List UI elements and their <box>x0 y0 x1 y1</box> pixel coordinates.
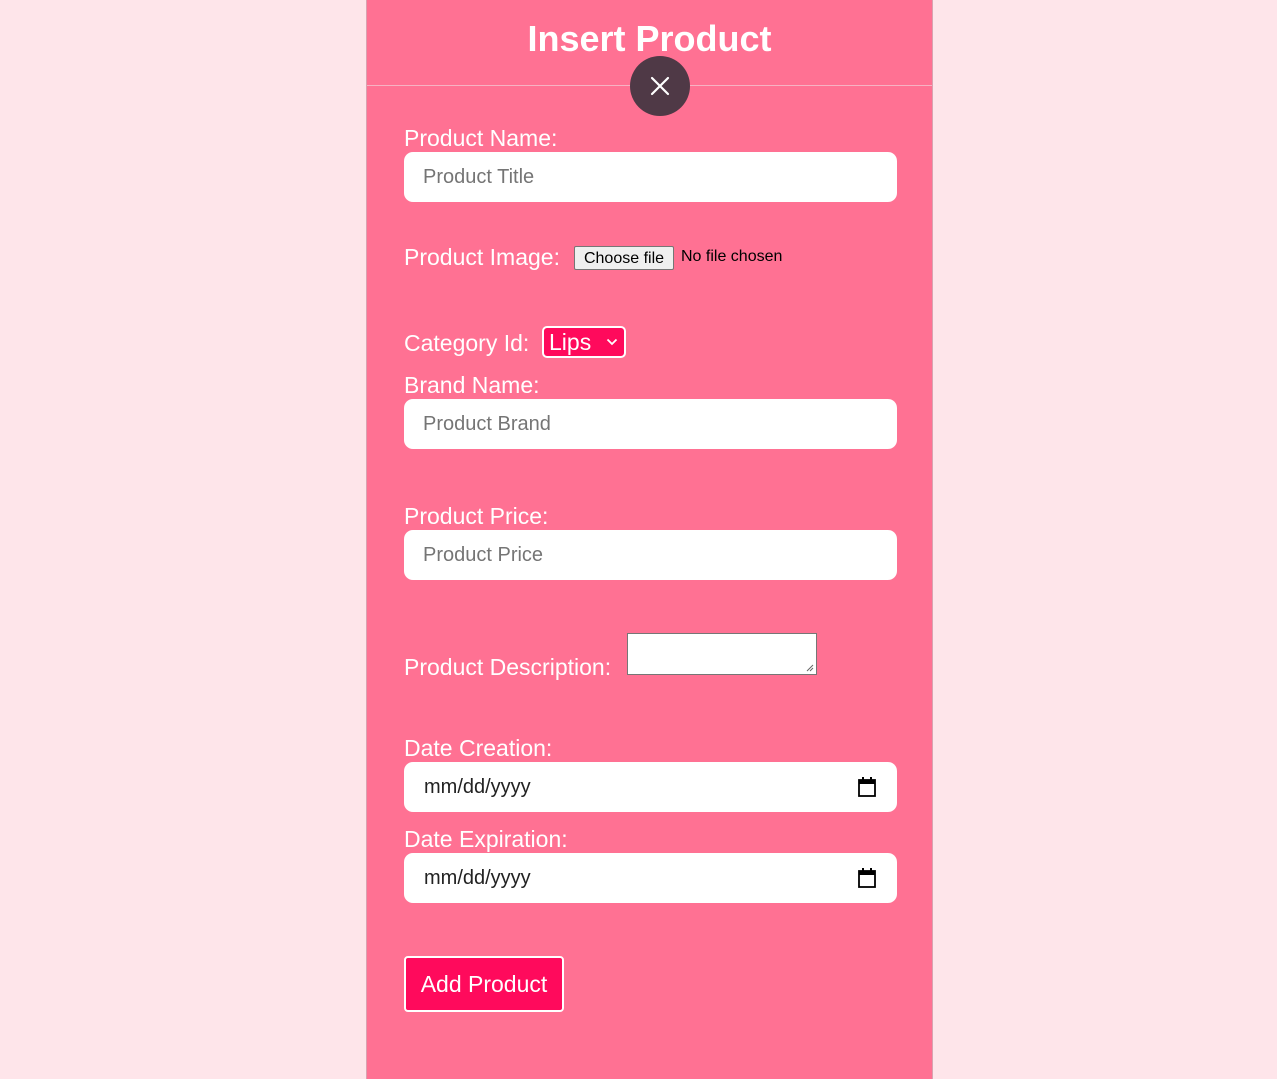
calendar-icon[interactable] <box>858 868 876 888</box>
date-creation-input[interactable]: mm/dd/yyyy <box>404 762 897 812</box>
date-expiration-label: Date Expiration: <box>404 826 568 852</box>
product-name-label: Product Name: <box>404 125 558 151</box>
category-select[interactable]: Lips <box>542 326 626 358</box>
add-product-button[interactable]: Add Product <box>404 956 564 1012</box>
product-description-label: Product Description: <box>404 654 612 680</box>
choose-file-button[interactable]: Choose file <box>574 246 674 270</box>
file-status-text: No file chosen <box>681 248 783 265</box>
product-price-input[interactable] <box>404 530 897 580</box>
close-button[interactable] <box>630 56 690 116</box>
date-expiration-input[interactable]: mm/dd/yyyy <box>404 853 897 903</box>
date-creation-value: mm/dd/yyyy <box>424 776 531 798</box>
category-selected-value: Lips <box>549 329 592 355</box>
modal-title: Insert Product <box>527 18 772 59</box>
date-creation-label: Date Creation: <box>404 735 553 761</box>
product-price-label: Product Price: <box>404 503 549 529</box>
product-name-input[interactable] <box>404 152 897 202</box>
brand-name-label: Brand Name: <box>404 372 540 398</box>
insert-product-modal: Insert Product Product Name: Product Ima… <box>366 0 933 1079</box>
date-expiration-value: mm/dd/yyyy <box>424 867 531 889</box>
chevron-down-icon <box>606 338 618 346</box>
product-image-label: Product Image: <box>404 244 560 270</box>
product-description-textarea[interactable] <box>627 633 817 675</box>
close-icon <box>650 76 670 96</box>
brand-name-input[interactable] <box>404 399 897 449</box>
calendar-icon[interactable] <box>858 777 876 797</box>
resize-grip-icon[interactable] <box>805 663 814 672</box>
category-label: Category Id: <box>404 330 530 356</box>
